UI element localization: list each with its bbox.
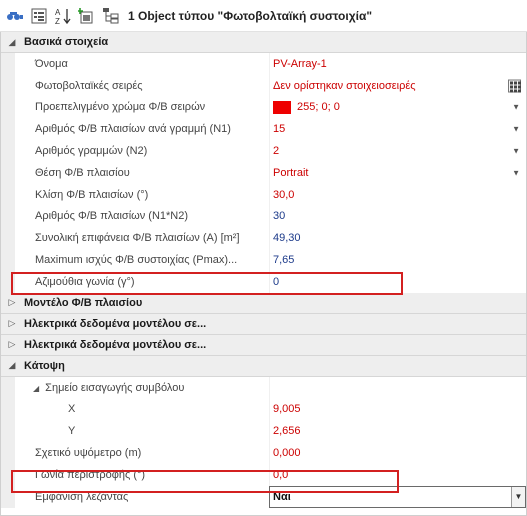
property-value[interactable]: 255; 0; 0 ▼ [269,96,526,119]
property-label-text: Σημείο εισαγωγής συμβόλου [45,381,185,394]
dropdown-arrow-icon[interactable]: ▼ [512,103,520,112]
property-grid: ◢ Βασικά στοιχεία Όνομα PV-Array-1 Φωτοβ… [0,32,527,516]
expand-arrow-icon[interactable]: ▷ [7,297,17,308]
property-label: Y [68,425,76,438]
property-value [269,376,526,399]
tree-view-icon[interactable] [102,7,120,25]
property-value-text: 255; 0; 0 [297,101,340,114]
svg-text:A: A [55,8,61,17]
property-row-legend[interactable]: Εμφάνιση λεζάντας Ναι ▼ [1,485,526,508]
grid-editor-icon[interactable] [508,79,521,93]
property-value: 30 [269,205,526,228]
filter-icon[interactable] [6,7,24,25]
property-label: Φωτοβολταϊκές σειρές [35,79,143,92]
category-electrical-1[interactable]: ▷ Ηλεκτρικά δεδομένα μοντέλου σε... [1,313,526,335]
svg-text:Z: Z [55,17,60,25]
property-label: Maximum ισχύς Φ/Β συστοιχίας (Pmax)... [35,254,238,267]
property-row-azimuth[interactable]: Αζιμούθια γωνία (γ°) 0 [1,270,526,293]
color-swatch [273,100,291,114]
property-label: Γωνία περιστροφής (°) [35,468,146,481]
property-label: Αριθμός Φ/Β πλαισίων (N1*N2) [35,210,189,223]
property-row-power[interactable]: Maximum ισχύς Φ/Β συστοιχίας (Pmax)... 7… [1,249,526,271]
property-row-area[interactable]: Συνολική επιφάνεια Φ/Β πλαισίων (A) [m²]… [1,227,526,250]
property-row-strings[interactable]: Φωτοβολταϊκές σειρές Δεν ορίστηκαν στοιχ… [1,74,526,97]
collapse-arrow-icon[interactable]: ◢ [7,360,17,371]
property-value-text: 2 [273,145,280,158]
category-label: Μοντέλο Φ/Β πλαισίου [24,296,143,309]
property-value-text: 15 [273,123,286,136]
collapse-arrow-icon[interactable]: ◢ [7,37,17,48]
property-label: Σχετικό υψόμετρο (m) [35,447,142,460]
property-value[interactable]: Portrait ▼ [269,161,526,184]
category-electrical-2[interactable]: ▷ Ηλεκτρικά δεδομένα μοντέλου σε... [1,334,526,356]
legend-select[interactable]: Ναι ▼ [269,485,526,508]
category-label: Βασικά στοιχεία [24,36,109,48]
property-row-per-row[interactable]: Αριθμός Φ/Β πλαισίων ανά γραμμή (N1) 15 … [1,118,526,141]
property-value[interactable]: 0,0 [269,463,526,486]
category-basic[interactable]: ◢ Βασικά στοιχεία [1,32,526,53]
property-value[interactable]: 2,656 [269,420,526,443]
expand-arrow-icon[interactable]: ▷ [7,318,17,329]
category-model[interactable]: ▷ Μοντέλο Φ/Β πλαισίου [1,292,526,314]
sort-az-icon[interactable]: AZ [54,7,72,25]
property-row-count[interactable]: Αριθμός Φ/Β πλαισίων (N1*N2) 30 [1,205,526,228]
property-value[interactable]: 0 [269,270,526,293]
dropdown-arrow-icon[interactable]: ▼ [512,125,520,134]
property-row-insertion-point[interactable]: ◢ Σημείο εισαγωγής συμβόλου [1,376,526,399]
property-value: 49,30 [269,227,526,250]
category-label: Ηλεκτρικά δεδομένα μοντέλου σε... [24,338,207,351]
property-label: Προεπελιγμένο χρώμα Φ/Β σειρών [35,101,206,114]
toolbar: AZ 1 Object τύπου "Φωτοβολταϊκή συστοιχί… [0,0,527,32]
property-row-lines[interactable]: Αριθμός γραμμών (N2) 2 ▼ [1,140,526,162]
category-label: Ηλεκτρικά δεδομένα μοντέλου σε... [24,317,207,330]
property-row-elevation[interactable]: Σχετικό υψόμετρο (m) 0,000 [1,442,526,464]
property-value[interactable]: 9,005 [269,398,526,421]
property-label: Θέση Φ/Β πλαισίου [35,166,130,179]
property-row-name[interactable]: Όνομα PV-Array-1 [1,53,526,75]
property-row-x[interactable]: X 9,005 [1,398,526,421]
category-plan[interactable]: ◢ Κάτοψη [1,355,526,377]
property-row-color[interactable]: Προεπελιγμένο χρώμα Φ/Β σειρών 255; 0; 0… [1,96,526,119]
property-value-text: Ναι [273,490,291,503]
property-label: Κλίση Φ/Β πλαισίων (°) [35,188,149,201]
property-value: 7,65 [269,249,526,271]
property-label: Αζιμούθια γωνία (γ°) [35,275,135,288]
category-label: Κάτοψη [24,359,65,372]
dropdown-arrow-icon[interactable]: ▼ [511,486,525,507]
property-label: Όνομα [35,57,68,70]
property-row-position[interactable]: Θέση Φ/Β πλαισίου Portrait ▼ [1,161,526,184]
add-object-icon[interactable] [78,7,96,25]
selection-title: 1 Object τύπου "Φωτοβολταϊκή συστοιχία" [128,8,373,23]
property-label: Αριθμός γραμμών (N2) [35,145,148,158]
property-value-text: Portrait [273,166,309,179]
property-value[interactable]: 15 ▼ [269,118,526,141]
property-value[interactable]: Δεν ορίστηκαν στοιχειοσειρές [269,74,526,97]
property-value[interactable]: 0,000 [269,442,526,464]
property-label: Συνολική επιφάνεια Φ/Β πλαισίων (A) [m²] [35,232,240,245]
property-label: ◢ Σημείο εισαγωγής συμβόλου [15,382,269,394]
categorized-icon[interactable] [30,7,48,25]
collapse-arrow-icon[interactable]: ◢ [33,384,39,393]
property-value[interactable]: 2 ▼ [269,140,526,162]
property-value-text: Δεν ορίστηκαν στοιχειοσειρές [273,79,416,92]
property-row-tilt[interactable]: Κλίση Φ/Β πλαισίων (°) 30,0 [1,183,526,206]
property-label: Εμφάνιση λεζάντας [35,490,129,503]
property-value[interactable]: 30,0 [269,183,526,206]
property-label: Αριθμός Φ/Β πλαισίων ανά γραμμή (N1) [35,123,231,136]
dropdown-arrow-icon[interactable]: ▼ [512,168,520,177]
property-row-rotation[interactable]: Γωνία περιστροφής (°) 0,0 [1,463,526,486]
property-value[interactable]: PV-Array-1 [269,53,526,75]
expand-arrow-icon[interactable]: ▷ [7,339,17,350]
dropdown-arrow-icon[interactable]: ▼ [512,147,520,156]
property-row-y[interactable]: Y 2,656 [1,420,526,443]
property-label: X [68,403,76,416]
